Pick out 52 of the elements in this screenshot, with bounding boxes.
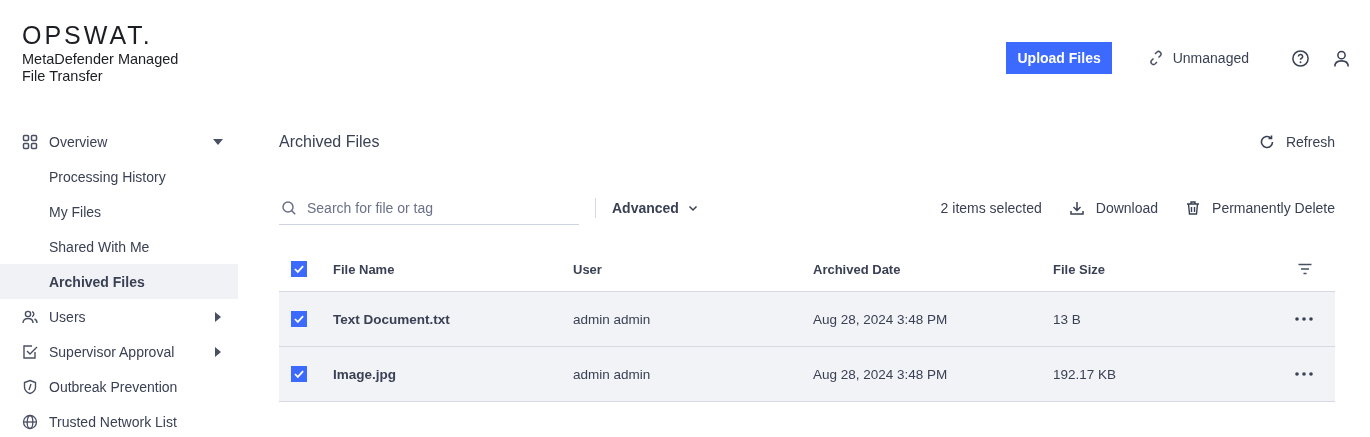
- search-field[interactable]: Search for file or tag: [279, 191, 579, 225]
- table-row[interactable]: Image.jpg admin admin Aug 28, 2024 3:48 PM 192.17 KB: [279, 347, 1335, 402]
- permanently-delete-button[interactable]: Permanently Delete: [1185, 200, 1335, 216]
- filter-icon[interactable]: [1297, 261, 1313, 277]
- column-header: User: [573, 261, 603, 277]
- page-title: Archived Files: [279, 133, 380, 151]
- help-icon[interactable]: [1291, 48, 1310, 68]
- selection-count: 2 items selected: [940, 200, 1042, 216]
- search-icon: [281, 200, 297, 216]
- trash-icon: [1185, 200, 1202, 216]
- column-header: File Size: [1053, 261, 1107, 277]
- table-cell-text: admin admin: [573, 366, 652, 382]
- table-cell-text: Image.jpg: [333, 366, 397, 382]
- sidebar-item[interactable]: Trusted Network List: [0, 404, 238, 437]
- column-header: Archived Date: [813, 261, 902, 277]
- table-cell-text: Aug 28, 2024 3:48 PM: [813, 311, 949, 327]
- sidebar-item[interactable]: Shared With Me: [0, 229, 238, 264]
- sidebar-item[interactable]: Archived Files: [0, 264, 238, 299]
- logo: OPSWAT.: [22, 22, 153, 48]
- users-icon: [22, 308, 38, 325]
- download-button[interactable]: Download: [1068, 200, 1159, 216]
- table-cell-text: admin admin: [573, 311, 652, 327]
- sidebar-item[interactable]: My Files: [0, 194, 238, 229]
- refresh-button[interactable]: Refresh: [1258, 134, 1335, 150]
- sidebar-item[interactable]: Users: [0, 299, 238, 334]
- upload-files-button[interactable]: Upload Files: [1006, 42, 1112, 74]
- sidebar-item[interactable]: Overview: [0, 124, 238, 159]
- link-icon: [1147, 50, 1164, 66]
- globe-icon: [22, 413, 38, 430]
- shield-icon: [22, 378, 38, 395]
- sidebar-item[interactable]: Outbreak Prevention: [0, 369, 238, 404]
- checklist-icon: [22, 343, 38, 360]
- row-checkbox[interactable]: [291, 366, 307, 382]
- select-all-checkbox[interactable]: [291, 261, 307, 277]
- sidebar-item[interactable]: Processing History: [0, 159, 238, 194]
- download-icon: [1068, 200, 1085, 216]
- column-header: File Name: [333, 261, 396, 277]
- more-icon[interactable]: [1295, 372, 1313, 376]
- product-name: MetaDefender Managed File Transfer: [22, 51, 180, 85]
- grid-icon: [22, 133, 38, 150]
- advanced-dropdown[interactable]: Advanced: [612, 200, 699, 216]
- table-cell-text: 13 B: [1053, 311, 1082, 327]
- table-cell-text: 192.17 KB: [1053, 366, 1118, 382]
- row-checkbox[interactable]: [291, 311, 307, 327]
- more-icon[interactable]: [1295, 317, 1313, 321]
- table-cell-text: Aug 28, 2024 3:48 PM: [813, 366, 949, 382]
- user-icon[interactable]: [1332, 48, 1351, 68]
- table-cell-text: Text Document.txt: [333, 311, 451, 327]
- table-row[interactable]: Text Document.txt admin admin Aug 28, 2024 3:48 PM 13 B: [279, 292, 1335, 347]
- refresh-icon: [1258, 134, 1275, 150]
- unmanaged-link[interactable]: Unmanaged: [1147, 50, 1249, 66]
- sidebar-item[interactable]: Supervisor Approval: [0, 334, 238, 369]
